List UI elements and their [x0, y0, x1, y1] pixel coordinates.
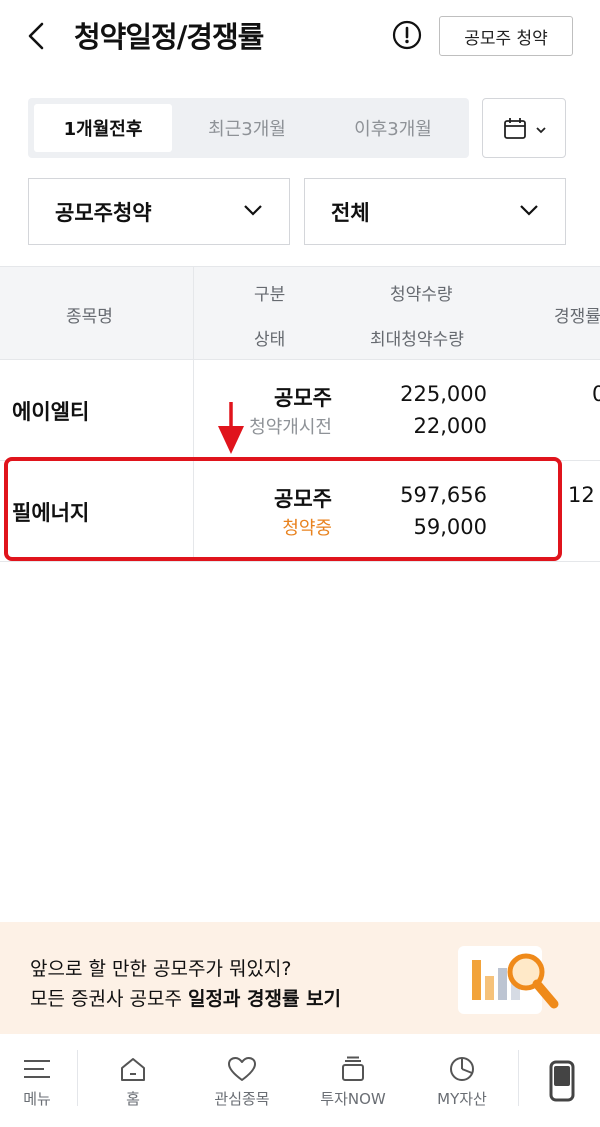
header-qty: 청약수량 [390, 285, 453, 305]
heart-icon [228, 1057, 256, 1081]
nav-watchlist[interactable]: 관심종목 [199, 1034, 285, 1127]
nav-menu[interactable]: 메뉴 [4, 1034, 70, 1127]
nav-home[interactable]: 홈 [100, 1034, 166, 1127]
stock-status: 청약개시전 [249, 417, 332, 438]
calendar-button[interactable] [482, 98, 566, 158]
nav-divider [77, 1050, 78, 1106]
header-rate: 경쟁률 [554, 307, 600, 327]
pie-chart-icon [450, 1057, 474, 1081]
nav-label: 관심종목 [214, 1090, 270, 1108]
header-status: 상태 [254, 330, 286, 350]
nav-label: 홈 [126, 1090, 140, 1108]
table-header: 종목명 구분 상태 청약수량 최대청약수량 경쟁률 [0, 266, 600, 361]
home-icon [121, 1058, 145, 1081]
arrow-down-icon [218, 402, 244, 454]
app-header: 청약일정/경쟁률 공모주 청약 [0, 0, 600, 72]
period-next3months[interactable]: 이후3개월 [324, 104, 462, 152]
info-icon[interactable] [392, 20, 422, 50]
period-1month[interactable]: 1개월전후 [34, 104, 172, 152]
nav-label: MY자산 [437, 1090, 487, 1108]
stack-icon [342, 1056, 364, 1081]
back-arrow-icon[interactable] [22, 18, 52, 54]
table-row[interactable]: 에이엘티 공모주 청약개시전 225,000 22,000 0 [0, 360, 600, 461]
nav-my-assets[interactable]: MY자산 [420, 1034, 504, 1127]
banner-line-2: 모든 증권사 공모주 일정과 경쟁률 보기 [30, 984, 341, 1011]
chevron-down-icon [520, 205, 538, 216]
period-selector: 1개월전후 최근3개월 이후3개월 [28, 98, 469, 158]
column-divider [193, 360, 194, 460]
header-kind: 구분 [254, 285, 286, 305]
stock-kind: 공모주 [274, 386, 332, 410]
promo-banner[interactable]: 앞으로 할 만한 공모주가 뭐있지? 모든 증권사 공모주 일정과 경쟁률 보기 [0, 922, 600, 1034]
chevron-down-icon [244, 205, 262, 216]
column-divider [193, 267, 194, 361]
period-recent3months[interactable]: 최근3개월 [178, 104, 316, 152]
phone-icon [549, 1060, 575, 1102]
nav-phone[interactable] [530, 1034, 594, 1127]
stock-name: 에이엘티 [12, 400, 90, 424]
nav-label: 메뉴 [23, 1090, 51, 1108]
scope-select[interactable]: 전체 [304, 178, 566, 245]
scope-select-value: 전체 [331, 200, 370, 225]
nav-invest-now[interactable]: 투자NOW [306, 1034, 400, 1127]
highlight-box [4, 457, 562, 561]
page-title: 청약일정/경쟁률 [74, 20, 264, 54]
type-select-value: 공모주청약 [55, 200, 152, 225]
bottom-nav: 메뉴 홈 관심종목 투자NOW MY자산 [0, 1034, 600, 1127]
subscription-qty: 225,000 [400, 382, 487, 406]
type-select[interactable]: 공모주청약 [28, 178, 290, 245]
max-subscription-qty: 22,000 [413, 414, 487, 438]
banner-line-2-prefix: 모든 증권사 공모주 [30, 988, 188, 1010]
nav-label: 투자NOW [320, 1090, 386, 1108]
competition-rate: 12 [568, 483, 595, 507]
ipo-subscribe-button[interactable]: 공모주 청약 [439, 16, 573, 56]
calendar-icon [504, 118, 546, 139]
nav-divider [518, 1050, 519, 1106]
menu-icon [24, 1060, 50, 1078]
competition-rate: 0 [592, 382, 600, 406]
banner-line-2-bold: 일정과 경쟁률 보기 [187, 988, 342, 1010]
header-name: 종목명 [66, 307, 113, 327]
header-max-qty: 최대청약수량 [370, 330, 464, 350]
chart-magnifier-icon [458, 946, 559, 1014]
banner-line-1: 앞으로 할 만한 공모주가 뭐있지? [30, 958, 292, 980]
